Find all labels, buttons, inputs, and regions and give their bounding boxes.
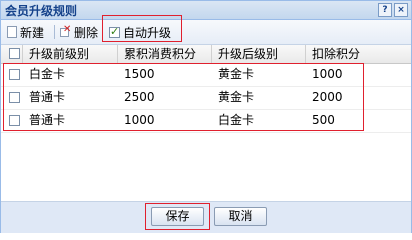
auto-upgrade-highlight <box>102 15 182 42</box>
save-button[interactable]: 保存 <box>151 207 204 226</box>
deduct-cell: 500 <box>312 113 335 127</box>
cancel-button[interactable]: 取消 <box>214 207 267 226</box>
table-row[interactable]: 白金卡 1500 黄金卡 1000 <box>1 63 411 87</box>
from-level-cell: 普通卡 <box>29 90 66 104</box>
table-row[interactable]: 普通卡 2500 黄金卡 2000 <box>1 86 411 110</box>
new-button[interactable]: 新建 <box>7 23 44 41</box>
row-select-cell <box>1 86 23 109</box>
row-select-cell <box>1 63 23 86</box>
toolbar: 新建 删除 自动升级 <box>1 20 411 45</box>
to-level-cell: 黄金卡 <box>218 67 255 81</box>
row-checkbox[interactable] <box>9 69 20 80</box>
select-all-cell <box>1 45 23 63</box>
column-header-to-level[interactable]: 升级后级别 <box>212 45 306 63</box>
deduct-cell: 2000 <box>312 90 343 104</box>
dialog-footer: 保存 取消 <box>1 201 411 233</box>
row-checkbox[interactable] <box>9 115 20 126</box>
column-header-deduct[interactable]: 扣除积分 <box>306 45 411 63</box>
delete-button-label: 删除 <box>74 25 99 40</box>
new-document-icon <box>7 26 17 38</box>
close-icon[interactable]: × <box>394 3 408 17</box>
delete-icon <box>59 24 71 38</box>
toolbar-separator <box>54 25 55 39</box>
row-select-cell <box>1 109 23 132</box>
help-icon[interactable]: ? <box>378 3 392 17</box>
row-checkbox[interactable] <box>9 92 20 103</box>
column-header-from-level[interactable]: 升级前级别 <box>23 45 118 63</box>
points-cell: 1500 <box>124 67 155 81</box>
select-all-checkbox[interactable] <box>9 48 20 59</box>
deduct-cell: 1000 <box>312 67 343 81</box>
from-level-cell: 普通卡 <box>29 113 66 127</box>
dialog-titlebar: 会员升级规则 ? × <box>1 1 411 20</box>
from-level-cell: 白金卡 <box>29 67 66 81</box>
to-level-cell: 黄金卡 <box>218 90 255 104</box>
table-row[interactable]: 普通卡 1000 白金卡 500 <box>1 109 411 133</box>
delete-button[interactable]: 删除 <box>59 23 98 41</box>
new-button-label: 新建 <box>20 25 45 40</box>
to-level-cell: 白金卡 <box>218 113 255 127</box>
dialog-title: 会员升级规则 <box>5 4 78 18</box>
grid-header: 升级前级别 累积消费积分 升级后级别 扣除积分 <box>1 45 411 64</box>
column-header-points[interactable]: 累积消费积分 <box>118 45 212 63</box>
member-upgrade-rules-dialog: 会员升级规则 ? × 新建 删除 自动升级 升级前级别 累积消费积分 升级后级别… <box>0 0 412 233</box>
points-cell: 2500 <box>124 90 155 104</box>
points-cell: 1000 <box>124 113 155 127</box>
